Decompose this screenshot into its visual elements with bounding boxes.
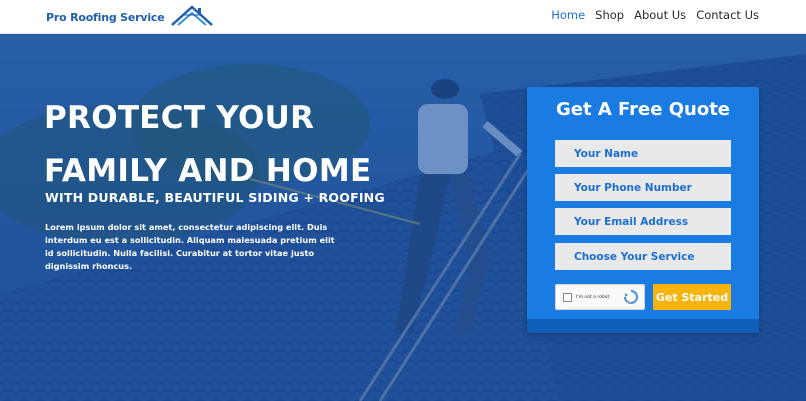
quote-form-footer-bar [527, 319, 759, 333]
recaptcha-checkbox[interactable] [563, 292, 572, 302]
site-header: Pro Roofing Service Home Shop About Us C… [0, 0, 806, 34]
nav-about-us[interactable]: About Us [634, 8, 686, 22]
hero-headline-line-1: PROTECT YOUR [44, 100, 315, 136]
hero-body-text: Lorem ipsum dolor sit amet, consectetur … [45, 222, 335, 271]
phone-field[interactable]: Your Phone Number [555, 174, 731, 201]
recaptcha-widget[interactable]: I'm not a robot [555, 284, 645, 310]
site-logo[interactable]: Pro Roofing Service [46, 2, 216, 32]
recaptcha-icon [624, 290, 638, 304]
hero-headline: PROTECT YOUR FAMILY AND HOME [44, 92, 371, 198]
main-nav: Home Shop About Us Contact Us [541, 0, 759, 30]
nav-home[interactable]: Home [551, 8, 585, 22]
name-field[interactable]: Your Name [555, 140, 731, 167]
house-roof-icon [171, 5, 214, 26]
hero-section: PROTECT YOUR FAMILY AND HOME WITH DURABL… [0, 34, 806, 401]
get-started-button[interactable]: Get Started [653, 284, 731, 310]
quote-form-card: Get A Free Quote Your Name Your Phone Nu… [527, 87, 759, 333]
recaptcha-label: I'm not a robot [576, 294, 610, 300]
nav-shop[interactable]: Shop [595, 8, 624, 22]
hero-subheadline: WITH DURABLE, BEAUTIFUL SIDING + ROOFING [45, 190, 385, 205]
brand-name[interactable]: Pro Roofing Service [46, 11, 165, 24]
quote-form-title: Get A Free Quote [555, 99, 731, 120]
nav-contact-us[interactable]: Contact Us [696, 8, 759, 22]
service-select[interactable]: Choose Your Service [555, 243, 731, 270]
email-field[interactable]: Your Email Address [555, 208, 731, 235]
